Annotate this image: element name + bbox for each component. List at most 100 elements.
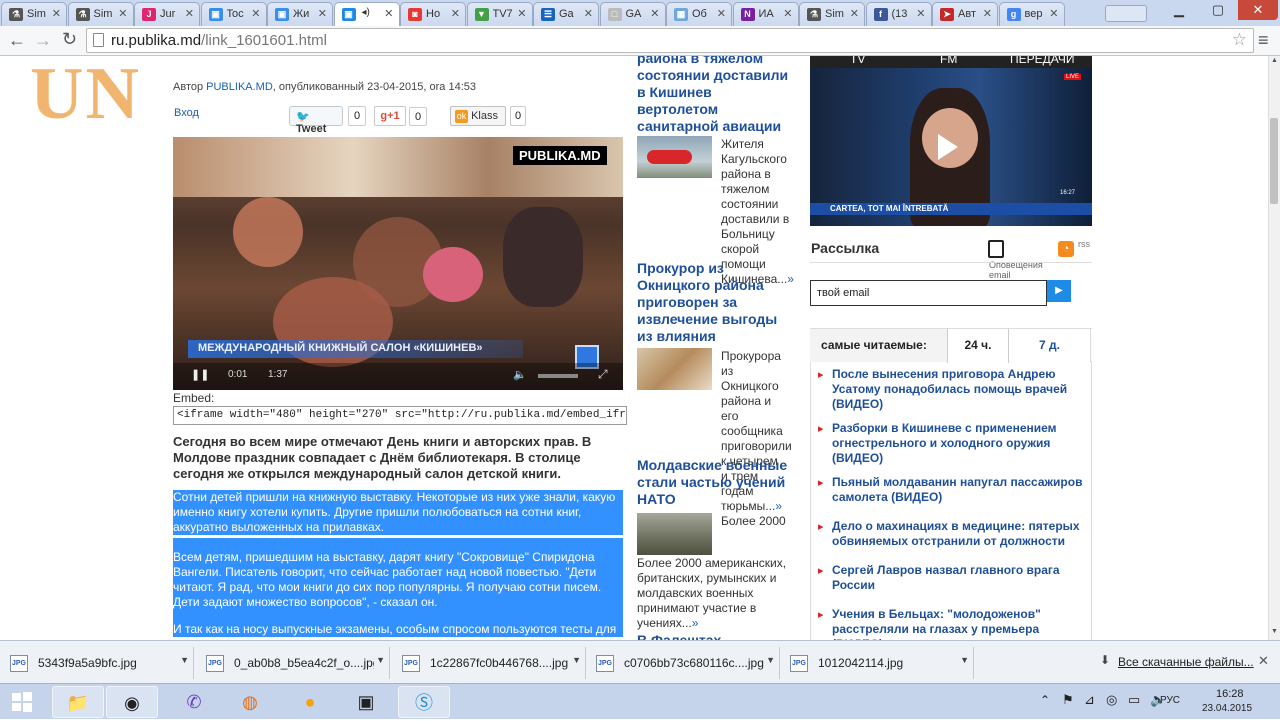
related-thumbnail[interactable] xyxy=(637,513,712,555)
fm-tab[interactable]: FM xyxy=(940,56,957,66)
flag-icon[interactable]: ⚑ xyxy=(1062,692,1074,708)
scrollbar-thumb[interactable] xyxy=(1270,118,1278,204)
close-tab-icon[interactable]: ✕ xyxy=(451,7,460,20)
close-tab-icon[interactable]: ✕ xyxy=(517,7,526,20)
author-link[interactable]: PUBLIKA.MD xyxy=(206,81,273,93)
tab-7d[interactable]: 7 д. xyxy=(1009,329,1091,362)
download-item[interactable]: JPG 0_ab0b8_b5ea4c2f_o....jpg ▼ xyxy=(196,647,390,679)
audio-playing-icon[interactable]: ◂) xyxy=(362,7,370,18)
popular-item-link[interactable]: После вынесения приговора Андрею Усатому… xyxy=(832,367,1086,412)
network-icon[interactable]: ⊿ xyxy=(1084,692,1095,708)
tv-live-player[interactable]: LIVE CARTEA, TOT MAI ÎNTREBATĂ 16:27 xyxy=(810,68,1092,226)
browser-tab[interactable]: ◙ Ho ✕ xyxy=(400,2,466,26)
close-tab-icon[interactable]: ✕ xyxy=(983,7,992,20)
close-tab-icon[interactable]: ✕ xyxy=(185,7,194,20)
tweet-button[interactable]: 🐦 Tweet xyxy=(289,106,343,135)
chevron-down-icon[interactable]: ▼ xyxy=(766,655,775,665)
scroll-down-icon[interactable]: ▼ xyxy=(1271,628,1278,635)
browser-tab[interactable]: J Jur ✕ xyxy=(134,2,200,26)
close-tab-icon[interactable]: ✕ xyxy=(384,7,393,20)
close-tab-icon[interactable]: ✕ xyxy=(584,7,593,20)
popular-item-link[interactable]: Пьяный молдаванин напугал пассажиров сам… xyxy=(832,475,1086,505)
rss-label[interactable]: rss xyxy=(1078,239,1090,249)
close-tab-icon[interactable]: ✕ xyxy=(52,7,61,20)
play-icon[interactable] xyxy=(938,134,958,160)
new-tab-button[interactable] xyxy=(1105,5,1147,22)
volume-icon[interactable]: 🔈 xyxy=(513,368,527,381)
related-title[interactable]: Прокурор из Окницкого района приговорен … xyxy=(637,260,792,345)
browser-tab[interactable]: ▼ TV7 ✕ xyxy=(466,2,533,26)
rss-icon[interactable]: ◔ xyxy=(1058,241,1074,257)
volume-slider[interactable] xyxy=(538,374,578,378)
download-item[interactable]: JPG 5343f9a5a9bfc.jpg ▼ xyxy=(0,647,194,679)
tab-24h[interactable]: 24 ч. xyxy=(947,329,1009,363)
viber-icon[interactable]: ✆ xyxy=(168,686,220,718)
login-link[interactable]: Вход xyxy=(174,107,199,119)
popular-item[interactable]: ▸ Пьяный молдаванин напугал пассажиров са… xyxy=(818,475,1086,505)
close-tab-icon[interactable]: ✕ xyxy=(318,7,327,20)
camera-app-icon[interactable]: ▣ xyxy=(340,686,392,718)
show-hidden-icons[interactable]: ⌃ xyxy=(1040,693,1050,707)
chevron-down-icon[interactable]: ▼ xyxy=(376,655,385,665)
gplus-button[interactable]: g+1 xyxy=(374,106,406,126)
close-window-button[interactable]: ✕ xyxy=(1238,0,1278,20)
related-title[interactable]: В Фалештах xyxy=(637,632,792,640)
back-icon[interactable]: ← xyxy=(8,30,26,51)
browser-tab[interactable]: g вер ✕ xyxy=(998,2,1065,26)
close-tab-icon[interactable]: ✕ xyxy=(251,7,260,20)
popular-item-link[interactable]: Разборки в Кишиневе с применением огнест… xyxy=(832,421,1086,466)
popular-item[interactable]: ▸ После вынесения приговора Андрею Усатом… xyxy=(818,367,1086,412)
skype-icon[interactable]: Ⓢ xyxy=(398,686,450,718)
related-thumbnail[interactable] xyxy=(637,136,712,178)
maximize-button[interactable]: ▢ xyxy=(1200,0,1236,20)
pause-icon[interactable]: ❚❚ xyxy=(191,368,209,381)
popular-item-link[interactable]: Сергей Лавров назвал главного врага Росс… xyxy=(832,563,1086,593)
site-logo[interactable]: UN xyxy=(30,56,141,137)
chevron-down-icon[interactable]: ▼ xyxy=(572,655,581,665)
popular-item[interactable]: ▸ Разборки в Кишиневе с применением огнес… xyxy=(818,421,1086,466)
browser-tab[interactable]: ▣ Toc ✕ xyxy=(200,2,267,26)
email-input[interactable]: твой email xyxy=(810,280,1047,306)
programs-tab[interactable]: ПЕРЕДАЧИ xyxy=(1010,56,1074,66)
related-title[interactable]: Молдавские военные стали частью учений Н… xyxy=(637,457,792,508)
battery-icon[interactable]: ▭ xyxy=(1128,692,1140,708)
close-tab-icon[interactable]: ✕ xyxy=(717,7,726,20)
related-thumbnail[interactable] xyxy=(637,348,712,390)
tv-tab[interactable]: TV xyxy=(850,56,865,66)
popular-item-link[interactable]: Дело о махинациях в медицине: пятерых об… xyxy=(832,519,1086,549)
file-explorer-icon[interactable]: 📁 xyxy=(52,686,104,718)
notifications-label[interactable]: Оповещения email xyxy=(989,260,1049,280)
close-tab-icon[interactable]: ✕ xyxy=(783,7,792,20)
related-title[interactable]: района в тяжелом состоянии доставили в К… xyxy=(637,56,795,135)
address-bar[interactable]: ru.publika.md/link_1601601.html ☆ xyxy=(86,28,1254,53)
all-downloads-link[interactable]: Все скачанные файлы... xyxy=(1118,655,1254,669)
browser-tab[interactable]: ⚗ Sim ✕ xyxy=(67,2,134,26)
read-more-link[interactable]: » xyxy=(692,616,699,630)
browser-tab[interactable]: ▦ Об ✕ xyxy=(666,2,732,26)
chrome-icon[interactable]: ◉ xyxy=(106,686,158,718)
close-tab-icon[interactable]: ✕ xyxy=(850,7,859,20)
popular-item[interactable]: ▸ Учения в Бельцах: "молодоженов" расстре… xyxy=(818,607,1086,640)
firefox-icon[interactable]: ◍ xyxy=(224,686,276,718)
browser-tab[interactable]: ▣ Жи ✕ xyxy=(267,2,333,26)
minimize-button[interactable]: ▁ xyxy=(1160,0,1198,20)
popular-item[interactable]: ▸ Дело о махинациях в медицине: пятерых о… xyxy=(818,519,1086,549)
start-button[interactable] xyxy=(2,686,42,718)
notification-icon[interactable] xyxy=(988,240,1004,258)
browser-tab[interactable]: ⚗ Sim ✕ xyxy=(1,2,67,26)
reload-icon[interactable]: ↻ xyxy=(62,29,77,50)
download-item[interactable]: JPG c0706bb73c680116c....jpg ▼ xyxy=(586,647,780,679)
close-tab-icon[interactable]: ✕ xyxy=(1049,7,1058,20)
download-item[interactable]: JPG 1c22867fc0b446768....jpg ▼ xyxy=(392,647,586,679)
forward-icon[interactable]: → xyxy=(34,30,52,51)
bookmark-star-icon[interactable]: ☆ xyxy=(1232,30,1247,50)
popular-item[interactable]: ▸ Сергей Лавров назвал главного врага Рос… xyxy=(818,563,1086,593)
close-tab-icon[interactable]: ✕ xyxy=(650,7,659,20)
scroll-up-icon[interactable]: ▲ xyxy=(1271,57,1278,64)
browser-tab[interactable]: f (13 ✕ xyxy=(865,2,932,26)
clock-time[interactable]: 16:28 xyxy=(1216,688,1244,700)
close-tab-icon[interactable]: ✕ xyxy=(916,7,925,20)
browser-tab[interactable]: ◂) ▣ ✕ xyxy=(333,2,400,27)
browser-tab[interactable]: ☰ Ga ✕ xyxy=(533,2,599,26)
klass-button[interactable]: ok Klass xyxy=(450,106,506,126)
